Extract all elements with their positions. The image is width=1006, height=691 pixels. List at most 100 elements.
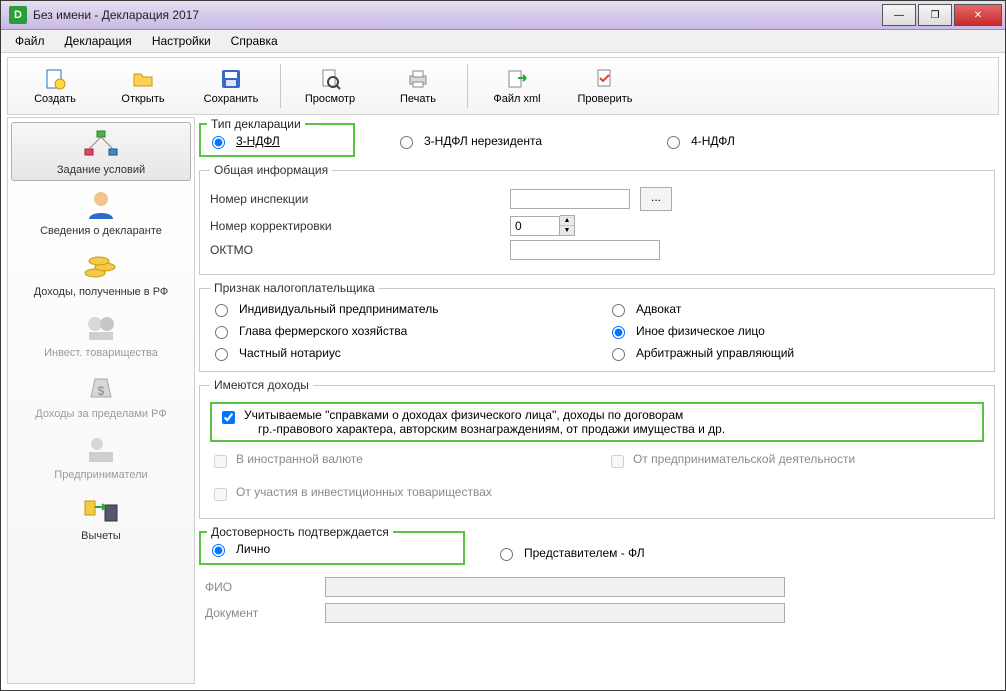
preview-button[interactable]: Просмотр [287,60,373,112]
toolbar-separator [467,64,468,108]
sidebar-item-label: Задание условий [57,164,145,176]
confirm-highlight-group: Достоверность подтверждается Лично [199,525,465,565]
radio-ip[interactable]: Индивидуальный предприниматель [210,301,587,317]
filexml-label: Файл xml [493,93,540,105]
radio-arbitr[interactable]: Арбитражный управляющий [607,345,984,361]
radio-representative[interactable]: Представителем - ФЛ [495,545,645,561]
sidebar-item-label: Сведения о декларанте [40,225,162,237]
income-group: Имеются доходы Учитываемые "справками о … [199,378,995,519]
minimize-button[interactable]: — [882,4,916,26]
titlebar: D Без имени - Декларация 2017 — ❐ ✕ [1,1,1005,30]
menubar: Файл Декларация Настройки Справка [1,30,1005,53]
spinner-up[interactable]: ▲ [560,216,574,226]
menu-declaration[interactable]: Декларация [57,32,140,50]
check-button[interactable]: Проверить [562,60,648,112]
decl-type-legend: Тип декларации [207,117,305,131]
radio-notary[interactable]: Частный нотариус [210,345,587,361]
radio-4ndfl[interactable]: 4-НДФЛ [662,133,735,149]
check-spravka-label: Учитываемые "справками о доходах физичес… [244,408,976,436]
sidebar-item-label: Вычеты [81,530,121,542]
create-label: Создать [34,93,76,105]
general-legend: Общая информация [210,163,332,177]
check-spravka[interactable] [222,411,235,424]
open-button[interactable]: Открыть [100,60,186,112]
svg-text:$: $ [98,384,105,398]
radio-self[interactable]: Лично [207,541,457,557]
oktmo-label: ОКТМО [210,243,370,257]
sidebar-item-declarant[interactable]: Сведения о декларанте [11,183,191,242]
document-input [325,603,785,623]
check-foreign[interactable]: В иностранной валюте [210,452,587,471]
check-label: Проверить [577,93,632,105]
print-label: Печать [400,93,436,105]
correction-label: Номер корректировки [210,219,370,233]
close-button[interactable]: ✕ [954,4,1002,26]
radio-3ndfl-nonres-input[interactable] [400,136,413,149]
create-button[interactable]: Создать [12,60,98,112]
check-business[interactable]: От предпринимательской деятельности [607,452,984,471]
check-invest[interactable]: От участия в инвестиционных товарищества… [210,485,587,504]
inspection-browse-button[interactable]: ... [640,187,672,211]
sidebar-item-label: Доходы за пределами РФ [35,408,166,420]
income-legend: Имеются доходы [210,378,313,392]
radio-3ndfl[interactable]: 3-НДФЛ [207,133,347,149]
open-folder-icon [131,67,155,91]
radio-3ndfl-label: 3-НДФЛ [236,134,280,148]
sidebar-item-label: Инвест. товарищества [44,347,158,359]
general-info-group: Общая информация Номер инспекции ... Ном… [199,163,995,275]
radio-farmer[interactable]: Глава фермерского хозяйства [210,323,587,339]
save-icon [219,67,243,91]
sidebar-item-income-rf[interactable]: Доходы, полученные в РФ [11,244,191,303]
invest-icon [81,310,121,344]
toolbar-separator [280,64,281,108]
new-file-icon [43,67,67,91]
sidebar-item-deductions[interactable]: Вычеты [11,488,191,547]
business-icon [81,432,121,466]
preview-label: Просмотр [305,93,355,105]
menu-file[interactable]: Файл [7,32,53,50]
fio-label: ФИО [205,580,315,594]
radio-3ndfl-nonres[interactable]: 3-НДФЛ нерезидента [395,133,542,149]
correction-spinner[interactable]: ▲ ▼ [510,215,575,236]
sidebar-item-income-abroad[interactable]: $ Доходы за пределами РФ [11,366,191,425]
radio-lawyer[interactable]: Адвокат [607,301,984,317]
sidebar: Задание условий Сведения о декларанте До… [7,117,195,684]
radio-3ndfl-input[interactable] [212,136,225,149]
save-label: Сохранить [204,93,259,105]
sidebar-item-entrepreneurs[interactable]: Предприниматели [11,427,191,486]
sidebar-item-label: Доходы, полученные в РФ [34,286,169,298]
preview-icon [318,67,342,91]
sidebar-item-invest[interactable]: Инвест. товарищества [11,305,191,364]
sidebar-item-label: Предприниматели [54,469,147,481]
confirm-legend: Достоверность подтверждается [207,525,393,539]
document-label: Документ [205,606,315,620]
person-icon [81,188,121,222]
deductions-icon [81,493,121,527]
radio-4ndfl-label: 4-НДФЛ [691,134,735,148]
menu-help[interactable]: Справка [223,32,286,50]
radio-3ndfl-nonres-label: 3-НДФЛ нерезидента [424,134,542,148]
open-label: Открыть [121,93,164,105]
filexml-button[interactable]: Файл xml [474,60,560,112]
toolbar: Создать Открыть Сохранить Просмотр Печат… [7,57,999,115]
radio-other-phys[interactable]: Иное физическое лицо [607,323,984,339]
window-title: Без имени - Декларация 2017 [33,8,881,22]
maximize-button[interactable]: ❐ [918,4,952,26]
app-icon: D [9,6,27,24]
sidebar-item-conditions[interactable]: Задание условий [11,122,191,181]
save-button[interactable]: Сохранить [188,60,274,112]
oktmo-input[interactable] [510,240,660,260]
radio-4ndfl-input[interactable] [667,136,680,149]
inspection-label: Номер инспекции [210,192,370,206]
spinner-down[interactable]: ▼ [560,226,574,235]
menu-settings[interactable]: Настройки [144,32,219,50]
print-button[interactable]: Печать [375,60,461,112]
check-icon [593,67,617,91]
conditions-icon [81,127,121,161]
correction-input[interactable] [510,216,560,236]
inspection-input[interactable] [510,189,630,209]
main-panel: Тип декларации 3-НДФЛ 3-НДФЛ нерезидента… [199,117,999,684]
declaration-type-group: Тип декларации 3-НДФЛ [199,117,355,157]
fio-input [325,577,785,597]
printer-icon [406,67,430,91]
